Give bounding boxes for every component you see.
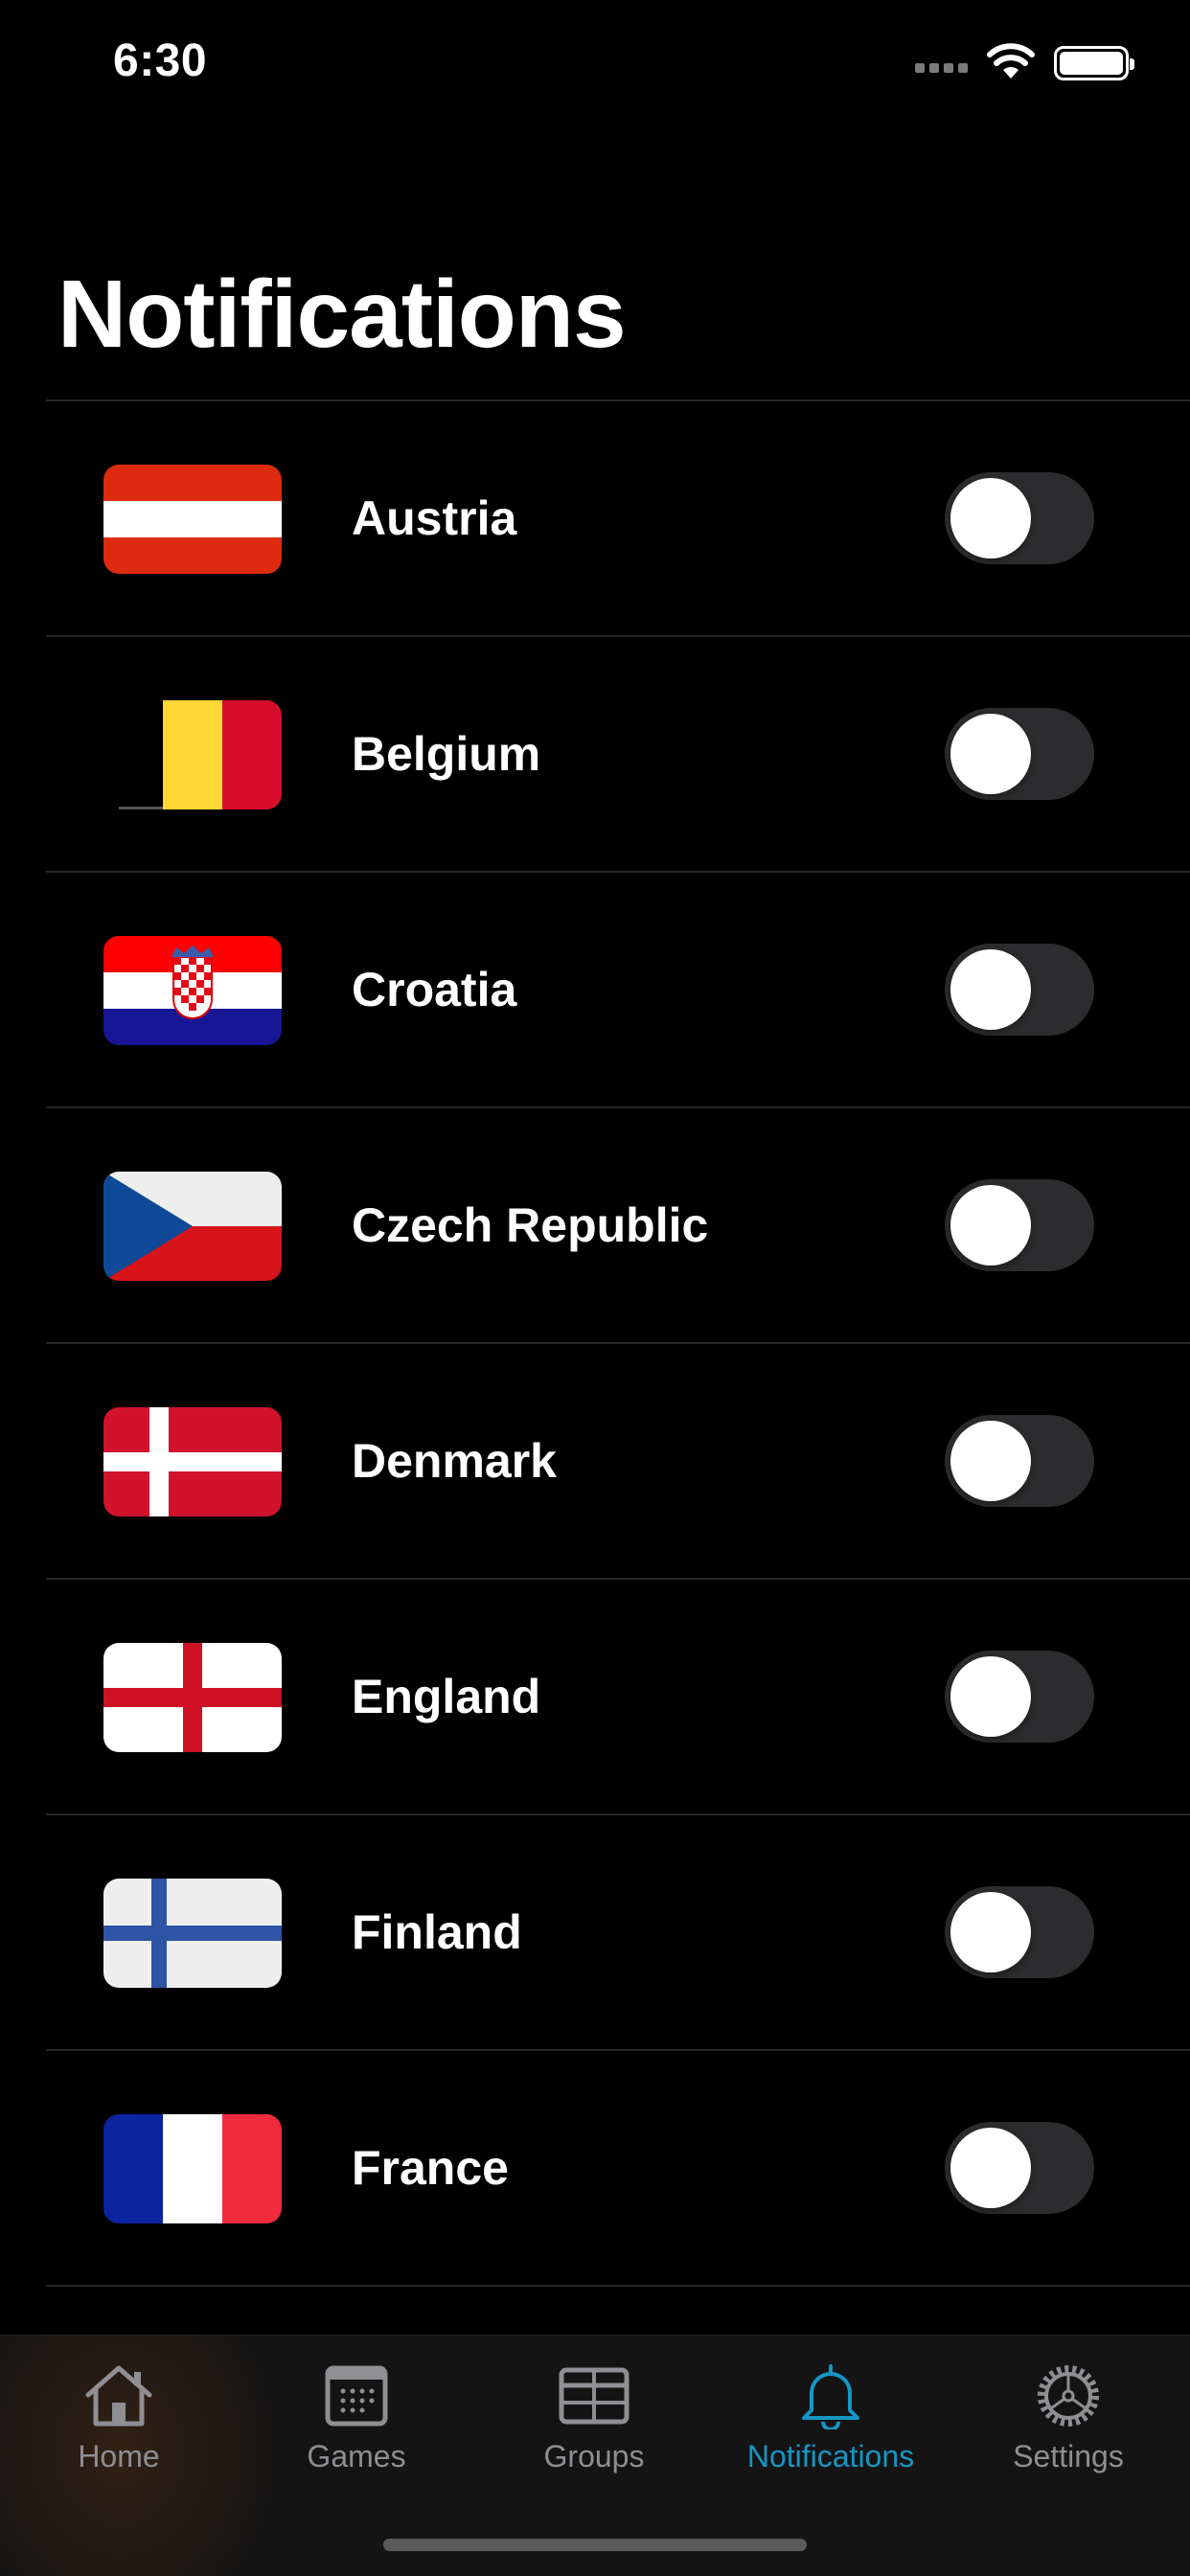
czech-republic-flag-icon — [103, 1172, 282, 1281]
notification-toggle[interactable] — [945, 1651, 1094, 1743]
notification-toggle[interactable] — [945, 1179, 1094, 1271]
denmark-flag-icon — [103, 1407, 282, 1516]
tab-groups[interactable]: Groups — [498, 2362, 690, 2474]
gear-icon — [1038, 2365, 1099, 2427]
tab-label: Home — [78, 2439, 160, 2473]
toggle-knob — [950, 478, 1031, 559]
country-list: Austria Belgium Croatia Czech Republic D… — [46, 399, 1190, 2287]
toggle-knob — [950, 1185, 1031, 1265]
list-item: Austria — [46, 401, 1190, 637]
toggle-knob — [950, 949, 1031, 1030]
cellular-signal-icon — [915, 63, 968, 73]
toggle-knob — [950, 2128, 1031, 2208]
austria-flag-icon — [103, 465, 282, 574]
notification-toggle[interactable] — [945, 1415, 1094, 1507]
toggle-knob — [950, 1892, 1031, 1972]
tab-label: Groups — [543, 2439, 645, 2473]
page-title: Notifications — [57, 261, 627, 368]
country-name: England — [352, 1670, 541, 1723]
notification-toggle[interactable] — [945, 472, 1094, 564]
tab-settings[interactable]: Settings — [973, 2362, 1164, 2474]
tab-label: Notifications — [746, 2439, 915, 2473]
finland-flag-icon — [103, 1879, 282, 1988]
tab-games[interactable]: Games — [261, 2362, 452, 2474]
country-name: France — [352, 2141, 509, 2195]
notification-toggle[interactable] — [945, 708, 1094, 800]
notification-toggle[interactable] — [945, 1886, 1094, 1978]
battery-icon — [1054, 46, 1134, 80]
croatia-flag-icon — [103, 936, 282, 1045]
list-item: Belgium — [46, 637, 1190, 873]
england-flag-icon — [103, 1643, 282, 1752]
country-name: Czech Republic — [352, 1198, 709, 1252]
toggle-knob — [950, 714, 1031, 794]
tab-notifications[interactable]: Notifications — [735, 2362, 927, 2474]
country-name: Austria — [352, 491, 517, 545]
country-name: Belgium — [352, 727, 541, 781]
house-icon — [85, 2365, 152, 2427]
calendar-icon — [325, 2365, 388, 2427]
bell-icon — [802, 2364, 859, 2429]
list-item: Czech Republic — [46, 1108, 1190, 1344]
list-item: France — [46, 2051, 1190, 2287]
toggle-knob — [950, 1421, 1031, 1501]
france-flag-icon — [103, 2114, 282, 2223]
status-bar: 6:30 — [0, 0, 1190, 134]
country-name: Denmark — [352, 1434, 557, 1488]
tab-home[interactable]: Home — [23, 2362, 215, 2474]
status-time: 6:30 — [113, 35, 208, 86]
toggle-knob — [950, 1656, 1031, 1737]
list-item: Finland — [46, 1815, 1190, 2051]
country-name: Croatia — [352, 963, 517, 1016]
list-item: Croatia — [46, 873, 1190, 1108]
country-name: Finland — [352, 1905, 522, 1959]
belgium-flag-icon — [103, 700, 282, 809]
list-item: Denmark — [46, 1344, 1190, 1580]
wifi-icon — [987, 43, 1035, 79]
home-indicator[interactable] — [383, 2539, 807, 2551]
notification-toggle[interactable] — [945, 944, 1094, 1036]
list-item: England — [46, 1580, 1190, 1815]
table-icon — [559, 2367, 629, 2425]
tab-label: Settings — [1013, 2439, 1124, 2473]
tab-label: Games — [307, 2439, 406, 2473]
notification-toggle[interactable] — [945, 2122, 1094, 2214]
